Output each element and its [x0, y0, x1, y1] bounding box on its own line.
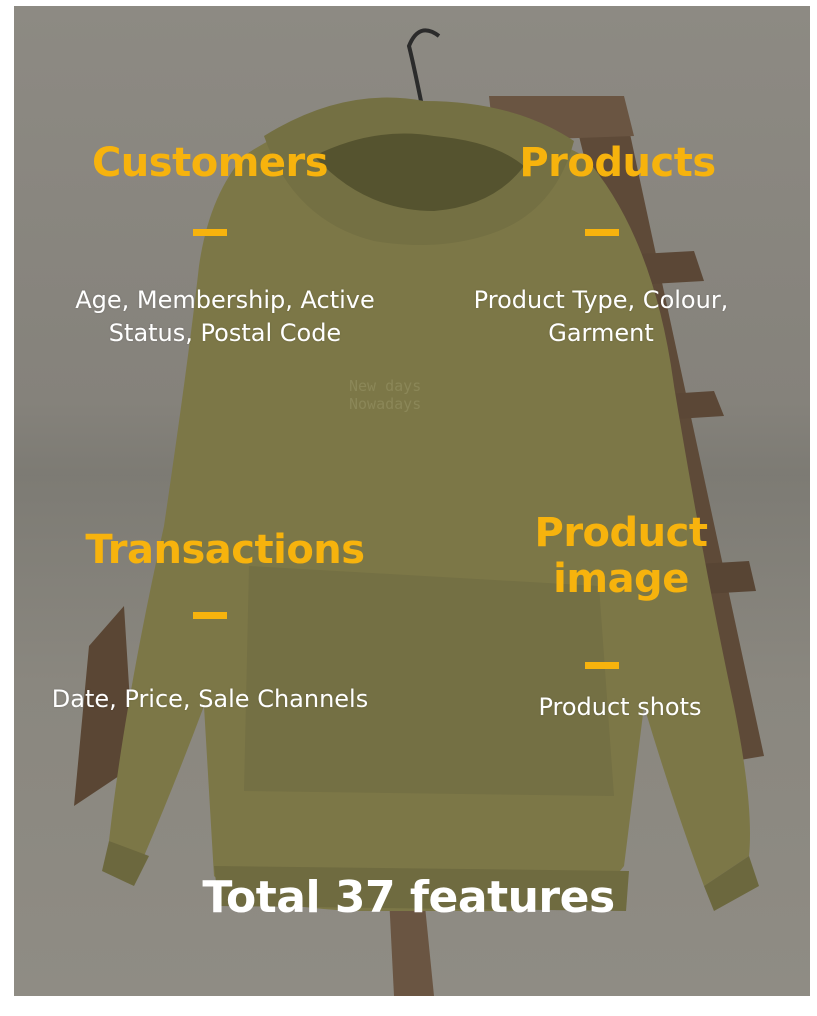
customers-title: Customers [91, 140, 329, 186]
transactions-dash [193, 612, 227, 619]
print-line-1: New days [349, 377, 421, 395]
products-title: Products [519, 140, 716, 186]
print-line-2: Nowadays [349, 395, 421, 413]
customers-description: Age, Membership, Active Status, Postal C… [75, 286, 375, 347]
product-image-dash [585, 662, 619, 669]
product-image-title-line2: image [553, 556, 689, 602]
products-dash [585, 229, 619, 236]
customers-dash [193, 229, 227, 236]
product-image-title-line1: Product [534, 510, 708, 556]
transactions-description: Date, Price, Sale Channels [51, 685, 369, 713]
transactions-title: Transactions [85, 527, 365, 573]
total-features: Total 37 features [202, 872, 615, 923]
product-image-description: Product shots [538, 693, 702, 721]
products-description: Product Type, Colour, Garment [473, 286, 729, 347]
hoodie [102, 97, 759, 912]
product-image-title: Product image [490, 510, 752, 602]
